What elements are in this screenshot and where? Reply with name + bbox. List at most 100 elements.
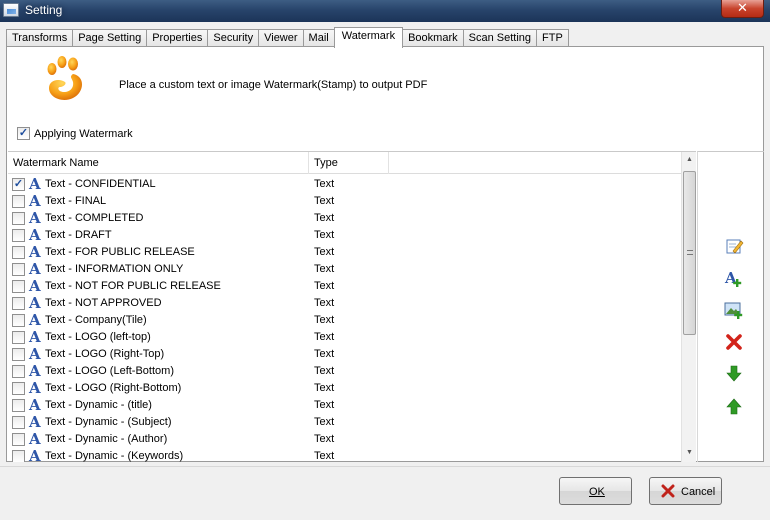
row-checkbox[interactable]	[12, 246, 25, 259]
list-item[interactable]: A Text - NOT APPROVED Text	[8, 294, 682, 312]
watermark-type: Text	[314, 399, 335, 411]
row-checkbox[interactable]	[12, 365, 25, 378]
row-checkbox[interactable]: ✓	[12, 178, 25, 191]
watermark-name: Text - Dynamic - (title)	[45, 399, 152, 411]
watermark-name: Text - Dynamic - (Subject)	[45, 416, 172, 428]
vertical-scrollbar[interactable]: ▲ ▼	[681, 152, 696, 462]
watermark-type: Text	[314, 212, 335, 224]
watermark-type: Text	[314, 246, 335, 258]
column-header-name[interactable]: Watermark Name	[13, 157, 99, 169]
watermark-name: Text - NOT FOR PUBLIC RELEASE	[45, 280, 221, 292]
watermark-name: Text - Dynamic - (Keywords)	[45, 450, 184, 462]
delete-icon[interactable]	[724, 332, 744, 352]
footer-divider	[0, 466, 770, 467]
watermark-type: Text	[314, 416, 335, 428]
watermark-type: Text	[314, 280, 335, 292]
title-bar: Setting ✕	[0, 0, 770, 22]
list-item[interactable]: A Text - DRAFT Text	[8, 226, 682, 244]
row-checkbox[interactable]	[12, 195, 25, 208]
list-item[interactable]: A Text - LOGO (Left-Bottom) Text	[8, 362, 682, 380]
list-header: Watermark Name Type	[8, 152, 682, 174]
row-checkbox[interactable]	[12, 314, 25, 327]
add-image-watermark-icon[interactable]	[724, 300, 744, 320]
ok-label: OK	[589, 486, 605, 498]
list-item[interactable]: A Text - LOGO (left-top) Text	[8, 328, 682, 346]
text-watermark-icon: A	[29, 192, 41, 210]
ok-button[interactable]: OK	[559, 477, 632, 505]
watermark-type: Text	[314, 382, 335, 394]
watermark-name: Text - FINAL	[45, 195, 107, 207]
list-item[interactable]: A Text - LOGO (Right-Bottom) Text	[8, 379, 682, 397]
list-item[interactable]: A Text - Dynamic - (Subject) Text	[8, 413, 682, 431]
row-checkbox[interactable]	[12, 433, 25, 446]
watermark-type: Text	[314, 450, 335, 462]
tab-strip: Transforms Page Setting Properties Security…	[6, 27, 569, 48]
row-checkbox[interactable]	[12, 450, 25, 462]
watermark-name: Text - COMPLETED	[45, 212, 144, 224]
watermark-name: Text - LOGO (Right-Top)	[45, 348, 165, 360]
move-down-icon[interactable]	[724, 364, 744, 384]
watermark-type: Text	[314, 331, 335, 343]
list-item[interactable]: A Text - Dynamic - (Keywords) Text	[8, 447, 682, 462]
list-item[interactable]: A Text - FOR PUBLIC RELEASE Text	[8, 243, 682, 261]
applying-watermark-checkbox[interactable]: ✓	[17, 127, 30, 140]
add-text-watermark-icon[interactable]: A	[724, 268, 744, 288]
watermark-type: Text	[314, 433, 335, 445]
row-checkbox[interactable]	[12, 399, 25, 412]
text-watermark-icon: A	[29, 311, 41, 329]
cancel-button[interactable]: Cancel	[649, 477, 722, 505]
column-header-type[interactable]: Type	[314, 157, 338, 169]
watermark-description: Place a custom text or image Watermark(S…	[119, 79, 428, 91]
text-watermark-icon: A	[29, 209, 41, 227]
tab-watermark[interactable]: Watermark	[333, 27, 404, 48]
watermark-name: Text - LOGO (Left-Bottom)	[45, 365, 174, 377]
text-watermark-icon: A	[29, 294, 41, 312]
row-checkbox[interactable]	[12, 348, 25, 361]
watermark-name: Text - LOGO (Right-Bottom)	[45, 382, 182, 394]
app-icon	[3, 3, 19, 17]
text-watermark-icon: A	[29, 362, 41, 380]
list-item[interactable]: A Text - COMPLETED Text	[8, 209, 682, 227]
row-checkbox[interactable]	[12, 229, 25, 242]
list-item[interactable]: A Text - Company(Tile) Text	[8, 311, 682, 329]
text-watermark-icon: A	[29, 226, 41, 244]
watermark-type: Text	[314, 314, 335, 326]
scroll-down-icon[interactable]: ▼	[686, 449, 693, 456]
text-watermark-icon: A	[29, 243, 41, 261]
grip-icon	[687, 250, 693, 255]
column-divider	[388, 152, 389, 174]
text-watermark-icon: A	[29, 430, 41, 448]
text-watermark-icon: A	[29, 345, 41, 363]
list-item[interactable]: A Text - Dynamic - (title) Text	[8, 396, 682, 414]
watermark-name: Text - LOGO (left-top)	[45, 331, 151, 343]
close-icon: ✕	[737, 1, 748, 16]
text-watermark-icon: A	[29, 328, 41, 346]
row-checkbox[interactable]	[12, 263, 25, 276]
move-up-icon[interactable]	[724, 396, 744, 416]
list-item[interactable]: ✓ A Text - CONFIDENTIAL Text	[8, 175, 682, 193]
watermark-type: Text	[314, 229, 335, 241]
watermark-logo-icon	[47, 56, 82, 100]
list-item[interactable]: A Text - NOT FOR PUBLIC RELEASE Text	[8, 277, 682, 295]
list-item[interactable]: A Text - INFORMATION ONLY Text	[8, 260, 682, 278]
text-watermark-icon: A	[29, 447, 41, 462]
row-checkbox[interactable]	[12, 416, 25, 429]
row-checkbox[interactable]	[12, 382, 25, 395]
row-checkbox[interactable]	[12, 297, 25, 310]
text-watermark-icon: A	[29, 175, 41, 193]
scrollbar-thumb[interactable]	[683, 171, 696, 335]
watermark-name: Text - CONFIDENTIAL	[45, 178, 156, 190]
scroll-up-icon[interactable]: ▲	[686, 156, 693, 163]
watermark-type: Text	[314, 348, 335, 360]
row-checkbox[interactable]	[12, 212, 25, 225]
watermark-name: Text - Dynamic - (Author)	[45, 433, 168, 445]
list-item[interactable]: A Text - LOGO (Right-Top) Text	[8, 345, 682, 363]
row-checkbox[interactable]	[12, 331, 25, 344]
row-checkbox[interactable]	[12, 280, 25, 293]
watermark-name: Text - FOR PUBLIC RELEASE	[45, 246, 195, 258]
list-item[interactable]: A Text - FINAL Text	[8, 192, 682, 210]
edit-icon[interactable]	[724, 236, 744, 256]
close-button[interactable]: ✕	[721, 0, 764, 18]
list-item[interactable]: A Text - Dynamic - (Author) Text	[8, 430, 682, 448]
watermark-type: Text	[314, 365, 335, 377]
